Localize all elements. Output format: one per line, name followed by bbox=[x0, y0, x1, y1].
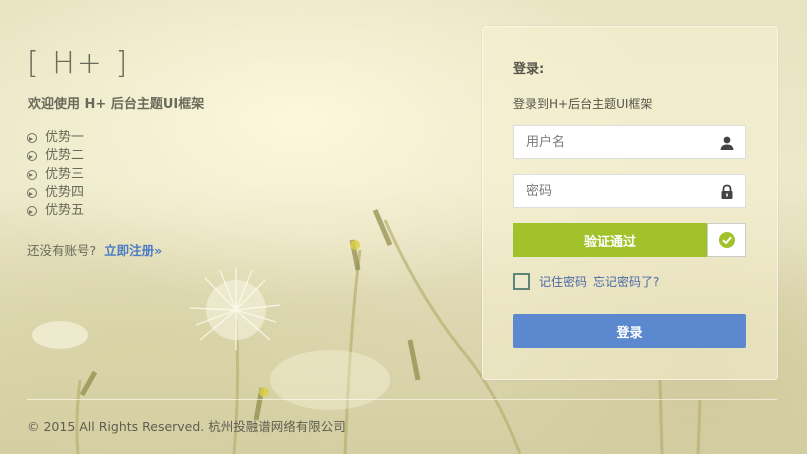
advantage-label: 优势四 bbox=[45, 185, 85, 201]
forgot-password-link[interactable]: 忘记密码了? bbox=[593, 273, 659, 290]
remember-label: 记住密码 bbox=[539, 275, 588, 289]
advantage-label: 优势三 bbox=[45, 166, 85, 182]
footer-copyright: © 2015 All Rights Reserved. 杭州投融谱网络有限公司 bbox=[27, 419, 346, 434]
password-input[interactable] bbox=[514, 175, 728, 207]
welcome-text: 欢迎使用 H+ 后台主题UI框架 bbox=[28, 97, 205, 112]
password-field-wrapper bbox=[513, 174, 746, 208]
login-title: 登录: bbox=[513, 62, 545, 77]
register-prompt: 还没有账号? 立即注册» bbox=[27, 240, 162, 259]
circle-arrow-right-icon bbox=[27, 151, 37, 162]
remember-row: 记住密码 忘记密码了? bbox=[513, 273, 659, 290]
captcha-verify: 验证通过 bbox=[513, 223, 746, 257]
check-circle-icon bbox=[718, 232, 735, 248]
remember-checkbox[interactable] bbox=[513, 273, 530, 290]
login-panel: 登录: 登录到H+后台主题UI框架 验证通过 记住密码 忘记密码了? 登录 bbox=[482, 26, 778, 380]
register-link[interactable]: 立即注册» bbox=[104, 243, 162, 258]
circle-arrow-right-icon bbox=[27, 188, 37, 199]
verify-button[interactable]: 验证通过 bbox=[513, 223, 707, 257]
lock-icon bbox=[721, 184, 733, 199]
logo: [ H+ ] bbox=[27, 46, 130, 81]
list-item: 优势五 bbox=[27, 202, 84, 220]
advantage-list: 优势一 优势二 优势三 优势四 优势五 bbox=[27, 129, 84, 220]
circle-arrow-right-icon bbox=[27, 169, 37, 180]
verify-status bbox=[707, 223, 746, 257]
user-icon bbox=[720, 136, 734, 150]
username-field-wrapper bbox=[513, 125, 746, 159]
list-item: 优势四 bbox=[27, 184, 84, 202]
no-account-text: 还没有账号? bbox=[27, 243, 97, 258]
advantage-label: 优势五 bbox=[45, 203, 85, 219]
list-item: 优势一 bbox=[27, 129, 84, 147]
username-input[interactable] bbox=[514, 126, 728, 158]
circle-arrow-right-icon bbox=[27, 206, 37, 217]
login-subtitle: 登录到H+后台主题UI框架 bbox=[513, 97, 653, 111]
advantage-label: 优势一 bbox=[45, 130, 85, 146]
login-button[interactable]: 登录 bbox=[513, 314, 746, 348]
list-item: 优势二 bbox=[27, 147, 84, 165]
list-item: 优势三 bbox=[27, 166, 84, 184]
advantage-label: 优势二 bbox=[45, 148, 85, 164]
footer-divider bbox=[27, 399, 777, 400]
circle-arrow-right-icon bbox=[27, 133, 37, 144]
